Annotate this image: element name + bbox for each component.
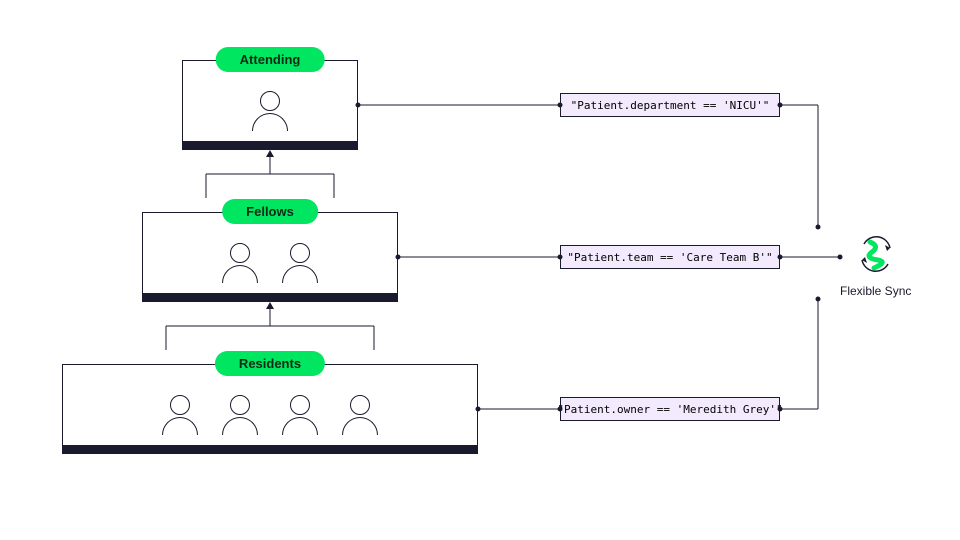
person-icon (282, 243, 318, 283)
person-icon (222, 395, 258, 435)
person-icon (252, 91, 288, 131)
tier-fellows-pill: Fellows (222, 199, 318, 224)
tier-residents: Residents (62, 364, 478, 454)
rule-fellows: "Patient.team == 'Care Team B'" (560, 245, 780, 269)
tier-attending-pill: Attending (216, 47, 325, 72)
rule-attending: "Patient.department == 'NICU'" (560, 93, 780, 117)
tier-fellows-people (143, 233, 397, 293)
sync-icon (854, 232, 898, 276)
person-icon (342, 395, 378, 435)
flexible-sync: Flexible Sync (840, 232, 911, 298)
tier-fellows: Fellows (142, 212, 398, 302)
tier-residents-footer (63, 445, 477, 453)
rule-residents: "Patient.owner == 'Meredith Grey'" (560, 397, 780, 421)
tier-residents-people (63, 385, 477, 445)
person-icon (282, 395, 318, 435)
flexible-sync-label: Flexible Sync (840, 284, 911, 298)
tier-attending-footer (183, 141, 357, 149)
tier-residents-pill: Residents (215, 351, 325, 376)
tier-fellows-footer (143, 293, 397, 301)
tier-attending: Attending (182, 60, 358, 150)
person-icon (222, 243, 258, 283)
person-icon (162, 395, 198, 435)
tier-attending-people (183, 81, 357, 141)
